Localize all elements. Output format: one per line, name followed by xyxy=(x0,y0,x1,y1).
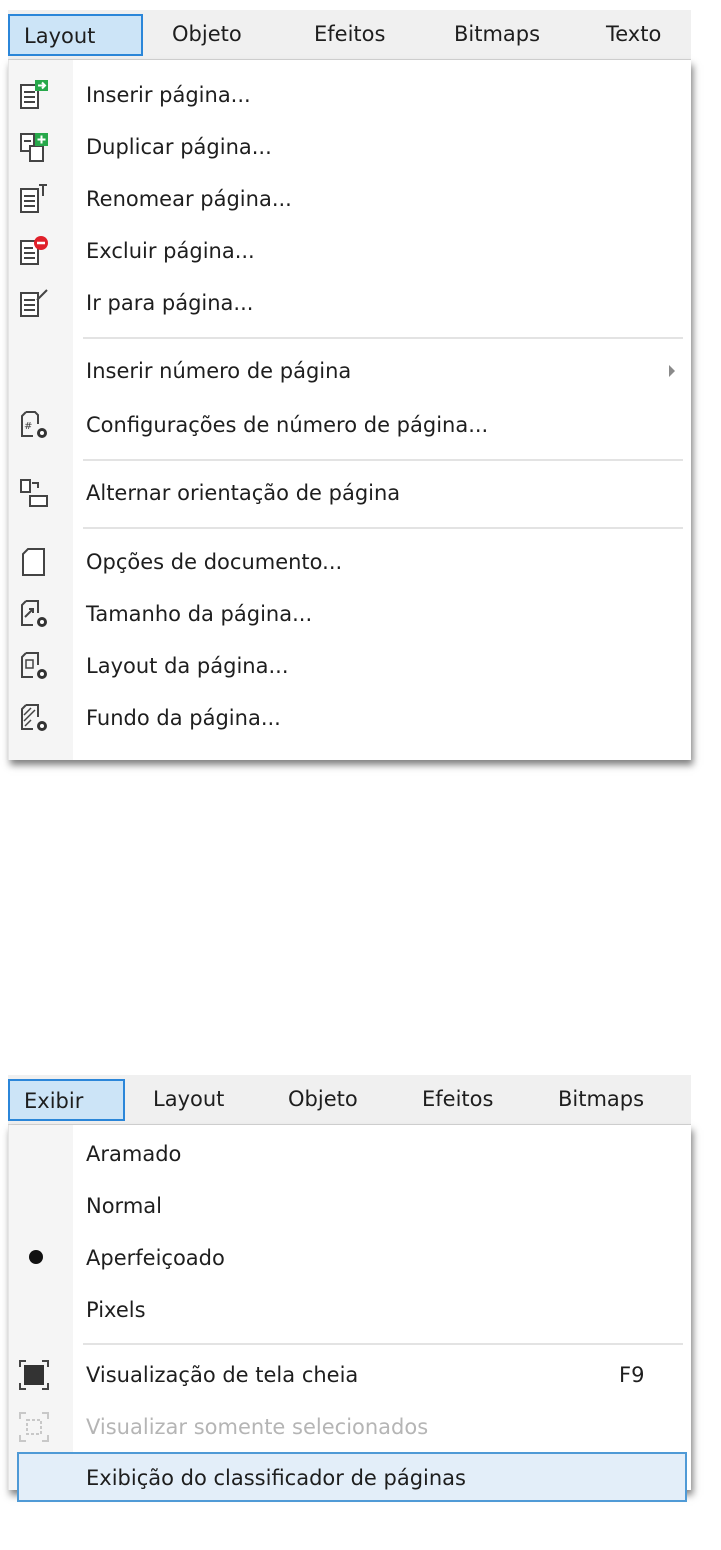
menu-item-label: Layout da página... xyxy=(86,654,289,678)
menu-item-document-options[interactable]: Opções de documento... xyxy=(9,536,692,588)
menu-efeitos[interactable]: Efeitos xyxy=(408,1079,507,1121)
menu-efeitos[interactable]: Efeitos xyxy=(300,14,399,56)
submenu-arrow-icon xyxy=(669,365,675,377)
menu-item-insert-page[interactable]: Inserir página... xyxy=(9,69,692,121)
menu-item-label: Visualizar somente selecionados xyxy=(86,1415,429,1439)
menu-item-normal[interactable]: Normal xyxy=(9,1180,692,1232)
svg-text:#: # xyxy=(24,421,32,432)
menu-item-label: Normal xyxy=(86,1194,162,1218)
menu-exibir[interactable]: Exibir xyxy=(8,1079,125,1121)
layout-menu-panel: Layout Objeto Efeitos Bitmaps Texto Inse… xyxy=(8,10,691,770)
menu-item-go-to-page[interactable]: Ir para página... xyxy=(9,277,692,329)
menu-bitmaps[interactable]: Bitmaps xyxy=(440,14,554,56)
menu-bar: Exibir Layout Objeto Efeitos Bitmaps xyxy=(8,1075,691,1125)
selected-bullet-icon xyxy=(29,1250,43,1264)
menu-item-page-background[interactable]: Fundo da página... xyxy=(9,692,692,744)
shortcut-label: F9 xyxy=(619,1363,645,1387)
duplicate-page-icon xyxy=(17,130,51,164)
menu-layout[interactable]: Layout xyxy=(8,14,143,56)
menu-item-page-size[interactable]: Tamanho da página... xyxy=(9,588,692,640)
menu-item-page-number-settings[interactable]: # Configurações de número de página... xyxy=(9,399,692,451)
menu-item-label: Duplicar página... xyxy=(86,135,272,159)
menu-layout[interactable]: Layout xyxy=(139,1079,238,1121)
menu-item-label: Tamanho da página... xyxy=(86,602,313,626)
menu-item-label: Fundo da página... xyxy=(86,706,281,730)
exibir-menu-panel: Exibir Layout Objeto Efeitos Bitmaps Ara… xyxy=(8,1075,692,1502)
menu-item-duplicate-page[interactable]: Duplicar página... xyxy=(9,121,692,173)
menu-item-label: Inserir número de página xyxy=(86,359,352,383)
insert-page-icon xyxy=(17,78,51,112)
document-options-icon xyxy=(17,545,51,579)
menu-separator xyxy=(83,527,683,529)
exibir-dropdown: Aramado Normal Aperfeiçoado Pixels Visua… xyxy=(8,1125,692,1502)
menu-item-label: Configurações de número de página... xyxy=(86,413,489,437)
full-screen-icon xyxy=(17,1358,51,1392)
menu-item-pixels[interactable]: Pixels xyxy=(9,1284,692,1336)
menu-item-switch-orientation[interactable]: Alternar orientação de página xyxy=(9,467,692,519)
menu-item-label: Visualização de tela cheia xyxy=(86,1363,359,1387)
menu-item-label: Excluir página... xyxy=(86,239,255,263)
view-selected-icon xyxy=(17,1410,51,1444)
menu-item-delete-page[interactable]: Excluir página... xyxy=(9,225,692,277)
menu-item-label: Aperfeiçoado xyxy=(86,1246,225,1270)
menu-item-label: Ir para página... xyxy=(86,291,254,315)
go-to-page-icon xyxy=(17,286,51,320)
menu-separator xyxy=(83,459,683,461)
menu-item-label: Alternar orientação de página xyxy=(86,481,401,505)
page-size-icon xyxy=(17,597,51,631)
page-background-icon xyxy=(17,701,51,735)
menu-item-page-sorter-view[interactable]: Exibição do classificador de páginas xyxy=(17,1452,687,1502)
page-layout-icon xyxy=(17,649,51,683)
menu-item-full-screen[interactable]: Visualização de tela cheia F9 xyxy=(9,1349,692,1401)
menu-item-label: Opções de documento... xyxy=(86,550,343,574)
menu-objeto[interactable]: Objeto xyxy=(274,1079,372,1121)
menu-separator xyxy=(83,1343,683,1345)
menu-item-wireframe[interactable]: Aramado xyxy=(9,1128,692,1180)
menu-item-enhanced[interactable]: Aperfeiçoado xyxy=(9,1232,692,1284)
rename-page-icon xyxy=(17,182,51,216)
menu-item-insert-page-number[interactable]: Inserir número de página xyxy=(9,345,692,397)
menu-item-view-selected-only[interactable]: Visualizar somente selecionados xyxy=(9,1401,692,1453)
menu-separator xyxy=(83,337,683,339)
menu-bar: Layout Objeto Efeitos Bitmaps Texto xyxy=(8,10,691,60)
menu-bitmaps[interactable]: Bitmaps xyxy=(544,1079,658,1121)
menu-item-label: Exibição do classificador de páginas xyxy=(86,1466,466,1490)
menu-item-page-layout[interactable]: Layout da página... xyxy=(9,640,692,692)
menu-item-label: Inserir página... xyxy=(86,83,251,107)
menu-item-label: Pixels xyxy=(86,1298,146,1322)
switch-orientation-icon xyxy=(17,476,51,510)
page-number-settings-icon: # xyxy=(17,408,51,442)
menu-texto[interactable]: Texto xyxy=(592,14,675,56)
menu-item-rename-page[interactable]: Renomear página... xyxy=(9,173,692,225)
menu-objeto[interactable]: Objeto xyxy=(158,14,256,56)
menu-item-label: Aramado xyxy=(86,1142,182,1166)
menu-item-label: Renomear página... xyxy=(86,187,292,211)
layout-dropdown: Inserir página... Duplicar página... Ren… xyxy=(8,60,691,760)
delete-page-icon xyxy=(17,234,51,268)
